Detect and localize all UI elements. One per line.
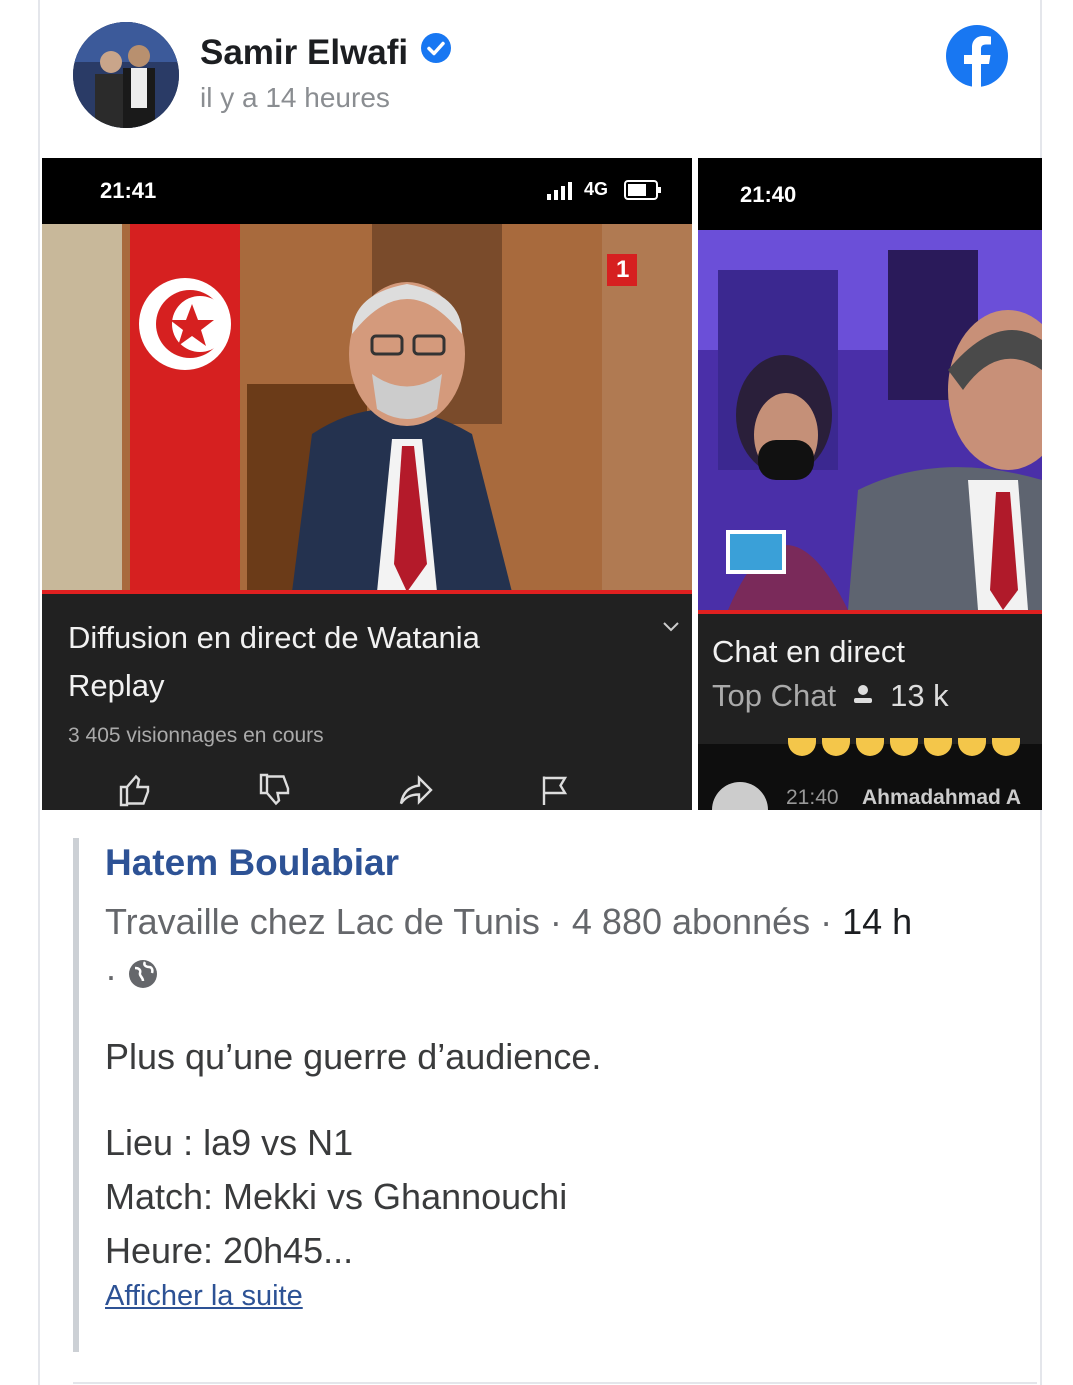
video-actions [118,772,574,810]
quoted-author-name[interactable]: Hatem Boulabiar [105,842,399,884]
author-avatar[interactable] [73,22,179,128]
quote-bar [73,838,79,1352]
chevron-down-icon[interactable] [662,620,680,638]
media-right[interactable]: 21:40 Chat en direct Top Chat 13 k 21:40… [698,158,1042,810]
thumbs-down-icon[interactable] [258,772,294,810]
verified-badge-icon [420,32,452,73]
thumbs-up-icon[interactable] [118,772,154,810]
author-name[interactable]: Samir Elwafi [200,33,408,73]
chat-count: 13 k [890,678,949,713]
emoji-row [788,738,1020,756]
battery-icon [624,180,662,205]
network-label: 4G [584,179,609,199]
chat-mode[interactable]: Top Chat [712,676,836,716]
see-more-link[interactable]: Afficher la suite [105,1280,303,1313]
chat-user[interactable]: Ahmadahmad A [862,786,1021,810]
share-icon[interactable] [398,772,434,810]
signal-icon [547,182,575,205]
post-timestamp[interactable]: il y a 14 heures [200,82,390,114]
video-frame[interactable]: 1 [42,224,692,592]
quoted-text-line1: Plus qu’une guerre d’audience. [105,1036,602,1077]
author-line: Samir Elwafi [200,32,452,73]
status-clock: 21:40 [740,182,797,207]
globe-icon [127,951,159,1005]
chat-area: 21:40 Ahmadahmad A [698,738,1042,810]
facebook-icon[interactable] [945,24,1009,93]
person-icon [852,683,874,710]
quoted-text-line4: Heure: 20h45... [105,1230,354,1271]
video-title-line1[interactable]: Diffusion en direct de Watania [68,614,666,662]
chat-subtitle-row: Top Chat 13 k [712,676,1028,716]
video-info-panel: Diffusion en direct de Watania Replay 3 … [42,594,692,810]
media-left[interactable]: 21:41 4G 1 Diffusion en direct de Watani… [42,158,692,810]
quoted-meta: Travaille chez Lac de Tunis · 4 880 abon… [105,895,1015,1005]
video-frame[interactable] [698,230,1042,610]
quoted-workplace: Travaille chez Lac de Tunis [105,901,540,942]
flag-icon[interactable] [538,772,574,810]
quoted-text-line3: Match: Mekki vs Ghannouchi [105,1176,568,1217]
divider [73,1382,1037,1384]
chat-title: Chat en direct [712,634,905,669]
chat-time: 21:40 [786,786,839,809]
viewer-count: 3 405 visionnages en cours [68,724,324,747]
quoted-text-line2: Lieu : la9 vs N1 [105,1122,354,1163]
status-clock: 21:41 [100,178,157,203]
chat-avatar [712,782,768,810]
quoted-followers: 4 880 abonnés [571,901,811,942]
quoted-time[interactable]: 14 h [842,901,912,942]
video-title-line2[interactable]: Replay [68,662,666,710]
channel-badge: 1 [616,256,630,283]
